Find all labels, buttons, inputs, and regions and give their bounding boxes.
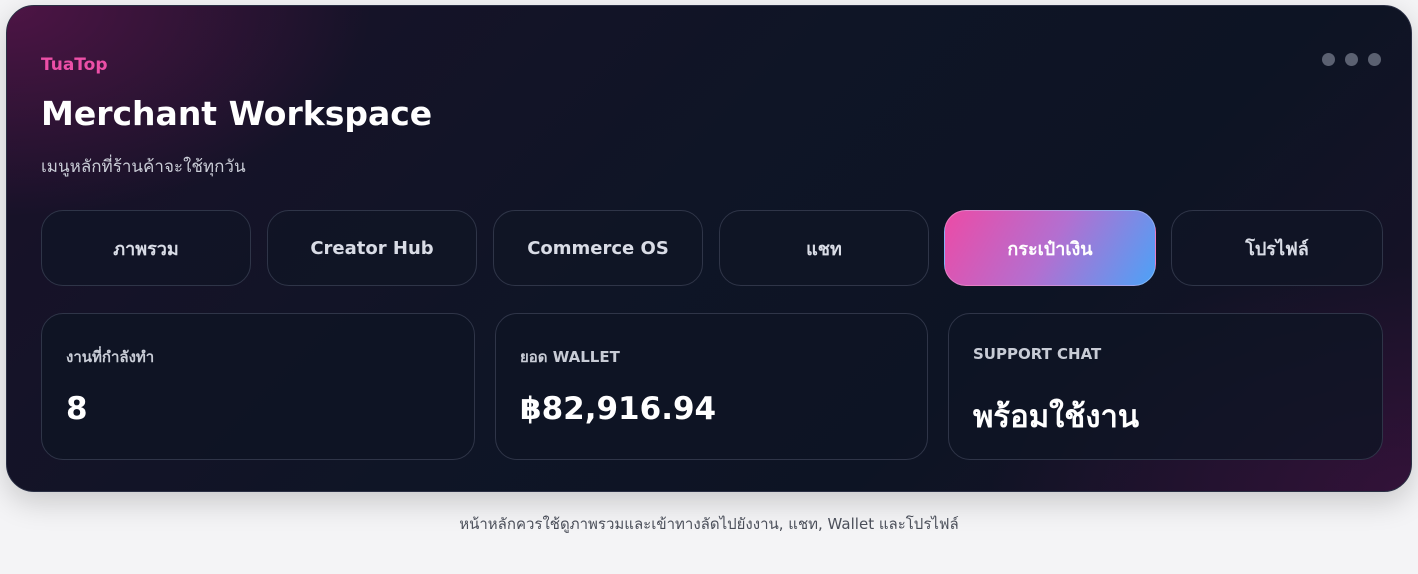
tab-wallet[interactable]: กระเป๋าเงิน	[944, 210, 1156, 286]
stat-label: ยอด WALLET	[520, 348, 620, 366]
stat-value: พร้อมใช้งาน	[973, 399, 1140, 435]
tab-profile[interactable]: โปรไฟล์	[1171, 210, 1383, 286]
main-tabs: ภาพรวม Creator Hub Commerce OS แชท กระเป…	[41, 210, 1383, 288]
stat-card-active-jobs[interactable]: งานที่กำลังทำ 8	[41, 313, 475, 460]
dot-2	[1345, 53, 1358, 66]
tab-chat[interactable]: แชท	[719, 210, 929, 286]
stat-card-support-chat[interactable]: SUPPORT CHAT พร้อมใช้งาน	[948, 313, 1383, 460]
tab-overview[interactable]: ภาพรวม	[41, 210, 251, 286]
dot-1	[1322, 53, 1335, 66]
brand-name: TuaTop	[41, 55, 108, 75]
page-background: TuaTop Merchant Workspace เมนูหลักที่ร้า…	[0, 0, 1418, 574]
tab-label: ภาพรวม	[113, 238, 179, 260]
stat-value: 8	[66, 391, 88, 427]
stat-value: ฿82,916.94	[520, 391, 717, 427]
tab-label: Creator Hub	[310, 237, 434, 259]
stat-label: SUPPORT CHAT	[973, 345, 1102, 363]
stats-row: งานที่กำลังทำ 8 ยอด WALLET ฿82,916.94 SU…	[41, 313, 1383, 461]
stat-card-wallet-balance[interactable]: ยอด WALLET ฿82,916.94	[495, 313, 928, 460]
page-subtitle: เมนูหลักที่ร้านค้าจะใช้ทุกวัน	[41, 157, 246, 177]
footer-caption: หน้าหลักควรใช้ดูภาพรวมและเข้าทางลัดไปยัง…	[459, 515, 959, 533]
tab-creator-hub[interactable]: Creator Hub	[267, 210, 477, 286]
page-title: Merchant Workspace	[41, 94, 433, 133]
stat-label: งานที่กำลังทำ	[66, 348, 155, 366]
tab-label: โปรไฟล์	[1245, 238, 1309, 260]
dot-3	[1368, 53, 1381, 66]
more-dots-icon[interactable]	[1322, 53, 1381, 66]
tab-label: กระเป๋าเงิน	[1007, 238, 1093, 260]
workspace-card: TuaTop Merchant Workspace เมนูหลักที่ร้า…	[6, 5, 1412, 492]
tab-label: แชท	[806, 238, 842, 260]
tab-label: Commerce OS	[527, 237, 669, 259]
tab-commerce-os[interactable]: Commerce OS	[493, 210, 703, 286]
